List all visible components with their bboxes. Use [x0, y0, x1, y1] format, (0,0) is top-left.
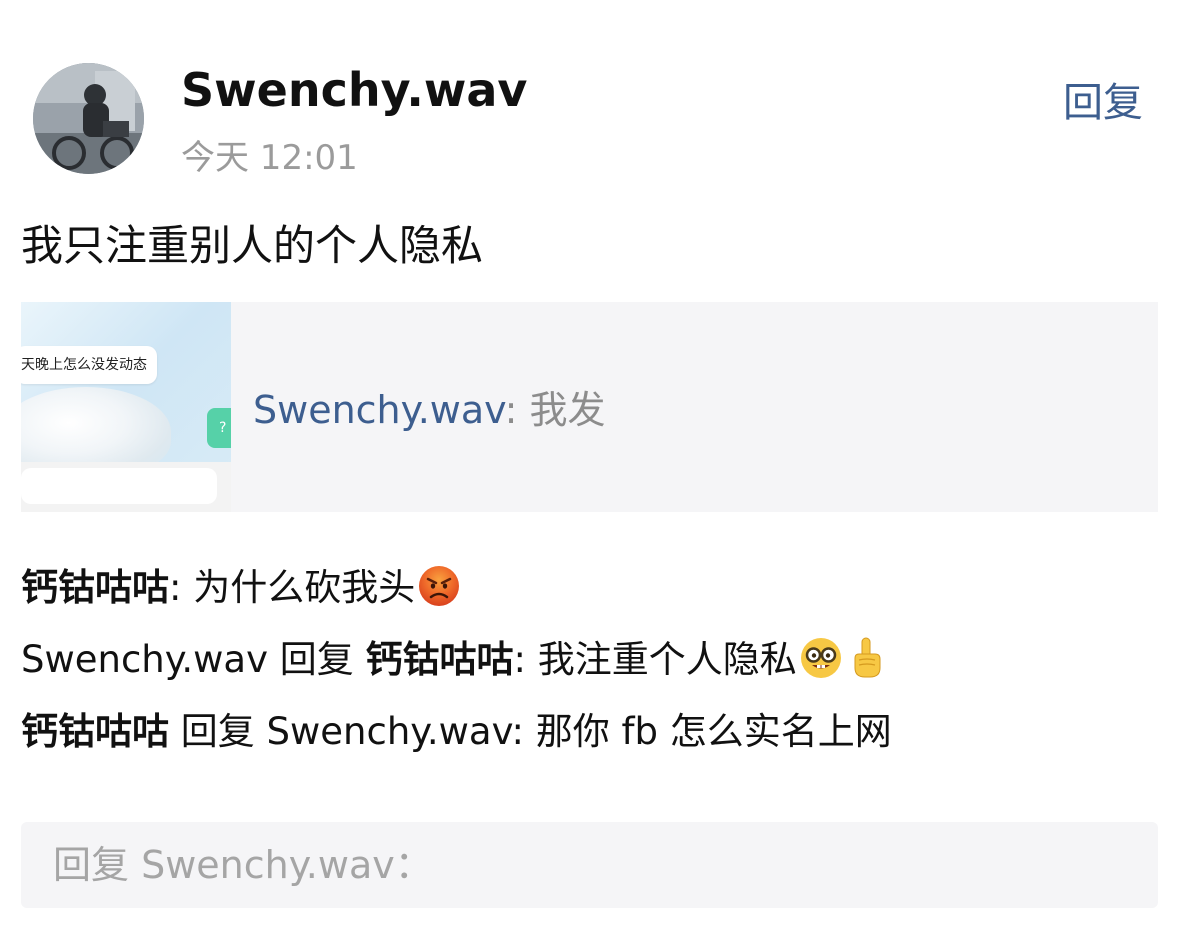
reply-button[interactable]: 回复: [1063, 78, 1143, 128]
comment-separator: :: [511, 710, 536, 753]
avatar-photo: [33, 63, 144, 174]
angry-face-emoji: [419, 566, 460, 606]
comment-item[interactable]: Swenchy.wav 回复 钙钴咕咕: 我注重个人隐私: [21, 636, 889, 684]
thumbnail-chat-bubble: 天晚上怎么没发动态: [21, 346, 157, 384]
comment-separator: :: [169, 566, 194, 609]
comment-text: 那你 fb 怎么实名上网: [535, 710, 892, 753]
reply-input-field[interactable]: 回复 Swenchy.wav：: [21, 822, 1158, 908]
comment-username[interactable]: 钙钴咕咕: [21, 566, 169, 609]
comment-username[interactable]: Swenchy.wav: [21, 638, 268, 681]
comment-separator: :: [513, 638, 538, 681]
shared-post-caption: Swenchy.wav: 我发: [253, 386, 605, 434]
shared-post-thumbnail: 天晚上怎么没发动态 ?: [21, 302, 231, 512]
reply-target-username[interactable]: Swenchy.wav: [267, 710, 512, 753]
reply-word: 回复: [169, 710, 267, 753]
thumbnail-input-bar: [21, 468, 217, 504]
reply-word: 回复: [267, 638, 366, 681]
shared-post-card[interactable]: 天晚上怎么没发动态 ? Swenchy.wav: 我发: [21, 302, 1158, 512]
post-timestamp: 今天 12:01: [181, 138, 358, 178]
comment-username[interactable]: 钙钴咕咕: [21, 710, 169, 753]
comment-item[interactable]: 钙钴咕咕: 为什么砍我头: [21, 564, 461, 612]
shared-post-separator: :: [504, 388, 518, 432]
comment-item[interactable]: 钙钴咕咕 回复 Swenchy.wav: 那你 fb 怎么实名上网: [21, 708, 892, 756]
reply-target-username[interactable]: 钙钴咕咕: [366, 638, 514, 681]
avatar[interactable]: [33, 63, 144, 174]
thumbnail-badge: ?: [207, 408, 231, 448]
index-pointing-up-emoji: [854, 637, 881, 678]
reply-input-placeholder: 回复 Swenchy.wav：: [53, 843, 433, 887]
post-text: 我只注重别人的个人隐私: [21, 221, 484, 270]
post-author-name[interactable]: Swenchy.wav: [181, 62, 527, 118]
nerd-face-emoji: [800, 638, 841, 678]
comment-text: 为什么砍我头: [193, 566, 416, 609]
shared-post-author[interactable]: Swenchy.wav: [253, 388, 505, 432]
comment-text: 我注重个人隐私: [537, 638, 797, 681]
shared-post-text: 我发: [517, 388, 606, 432]
